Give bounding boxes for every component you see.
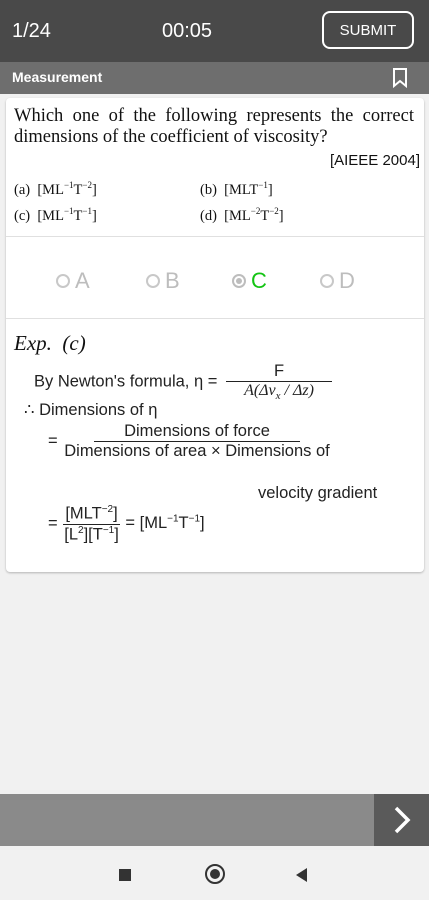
explanation-line-4: = [MLT−2] [L2][T−1] = [ML−1T−1] — [48, 504, 205, 543]
explanation-line-2: ∴ Dimensions of η — [24, 401, 158, 419]
home-icon[interactable] — [205, 864, 225, 884]
question-text: Which one of the following represents th… — [14, 106, 414, 147]
choice-c[interactable]: C — [232, 268, 267, 294]
divider — [6, 318, 424, 319]
explanation-heading: Exp. (c) — [14, 331, 86, 355]
choice-label: D — [339, 268, 355, 293]
back-icon[interactable] — [296, 868, 307, 882]
option-c: (c) [ML−1T−1] — [14, 206, 97, 224]
radio-selected-icon — [232, 274, 246, 288]
radio-icon — [56, 274, 70, 288]
question-counter: 1/24 — [12, 20, 51, 42]
option-b: (b) [MLT−1] — [200, 180, 273, 198]
top-bar: 1/24 00:05 SUBMIT — [0, 0, 429, 62]
next-button[interactable] — [374, 794, 429, 846]
choice-b[interactable]: B — [146, 268, 180, 294]
explanation-line-1: By Newton's formula, η = F A(Δvx / Δz) — [34, 362, 333, 402]
radio-icon — [146, 274, 160, 288]
option-a: (a) [ML−1T−2] — [14, 180, 97, 198]
explanation-line-3: = Dimensions of force Dimensions of area… — [48, 422, 330, 460]
recents-icon[interactable] — [119, 869, 131, 881]
choice-d[interactable]: D — [320, 268, 355, 294]
topic-bar: Measurement — [0, 62, 429, 94]
choice-label: B — [165, 268, 180, 293]
chevron-right-icon — [394, 806, 410, 834]
bookmark-icon[interactable] — [392, 68, 408, 93]
explanation-answer: (c) — [62, 331, 86, 355]
option-d: (d) [ML−2T−2] — [200, 206, 284, 224]
bottom-bar — [0, 794, 429, 846]
timer: 00:05 — [162, 20, 213, 42]
divider — [6, 236, 424, 237]
topic-label: Measurement — [12, 69, 103, 85]
choice-a[interactable]: A — [56, 268, 90, 294]
explanation-line-3-cont: velocity gradient — [258, 484, 378, 502]
radio-icon — [320, 274, 334, 288]
submit-button[interactable]: SUBMIT — [322, 11, 414, 49]
question-card: Which one of the following represents th… — [6, 98, 424, 572]
choice-label: C — [251, 268, 267, 293]
choice-label: A — [75, 268, 90, 293]
question-source: [AIEEE 2004] — [329, 152, 420, 169]
